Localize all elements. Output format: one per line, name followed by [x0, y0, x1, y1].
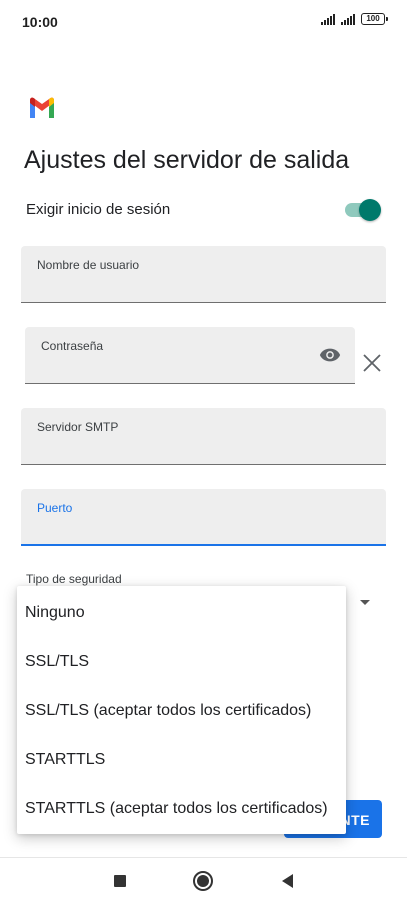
- battery-level: 100: [366, 14, 380, 23]
- nav-divider: [0, 857, 407, 858]
- require-login-toggle[interactable]: [343, 199, 381, 221]
- port-label: Puerto: [37, 501, 73, 515]
- port-field[interactable]: Puerto: [21, 489, 386, 546]
- security-type-label: Tipo de seguridad: [26, 572, 122, 586]
- require-login-label: Exigir inicio de sesión: [26, 201, 171, 218]
- eye-icon[interactable]: [319, 347, 341, 363]
- circle-icon[interactable]: [193, 871, 213, 891]
- password-label: Contraseña: [41, 339, 104, 353]
- signal-icon: [321, 13, 335, 25]
- password-field[interactable]: Contraseña: [25, 327, 355, 384]
- status-time: 10:00: [22, 14, 58, 30]
- gmail-logo-icon: [30, 97, 54, 118]
- chevron-down-icon[interactable]: [360, 600, 370, 605]
- back-triangle-icon[interactable]: [282, 874, 293, 888]
- signal-icon: [341, 13, 355, 25]
- dropdown-option-starttls-accept-all[interactable]: STARTTLS (aceptar todos los certificados…: [17, 784, 346, 834]
- dropdown-option-starttls[interactable]: STARTTLS: [17, 735, 346, 785]
- smtp-server-field[interactable]: Servidor SMTP: [21, 408, 386, 465]
- battery-icon: 100: [361, 13, 388, 25]
- toggle-thumb: [359, 199, 381, 221]
- close-icon[interactable]: [361, 352, 383, 374]
- username-label: Nombre de usuario: [37, 258, 140, 272]
- dropdown-option-none[interactable]: Ninguno: [17, 588, 346, 638]
- square-icon[interactable]: [114, 875, 126, 887]
- smtp-server-label: Servidor SMTP: [37, 420, 119, 434]
- page-title: Ajustes del servidor de salida: [24, 146, 350, 174]
- status-icons: 100: [321, 13, 388, 25]
- security-type-dropdown: Ninguno SSL/TLS SSL/TLS (aceptar todos l…: [17, 586, 346, 834]
- status-bar: 10:00 100: [0, 0, 407, 44]
- dropdown-option-ssl-tls[interactable]: SSL/TLS: [17, 637, 346, 687]
- dropdown-option-ssl-tls-accept-all[interactable]: SSL/TLS (aceptar todos los certificados): [17, 686, 346, 736]
- username-field[interactable]: Nombre de usuario: [21, 246, 386, 303]
